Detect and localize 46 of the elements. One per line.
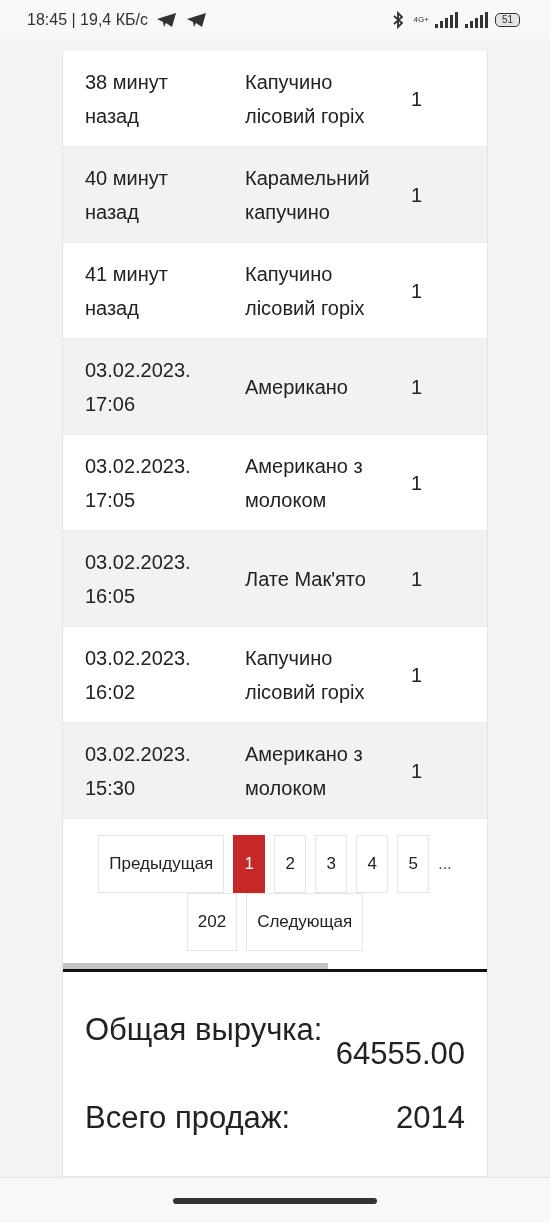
signal-icon [434, 11, 459, 28]
product-name: Карамельний капучино [245, 165, 371, 225]
page-button[interactable]: 5 [397, 835, 430, 894]
page-button[interactable]: Предыдущая [98, 835, 225, 894]
sale-time: 03.02.2023. 15:30 [85, 741, 192, 801]
paper-plane-icon [185, 11, 208, 28]
home-indicator[interactable] [173, 1197, 377, 1204]
status-time: 18:45 | 19,4 КБ/с [27, 10, 148, 29]
revenue-label: Общая выручка: [85, 1012, 324, 1049]
quantity: 1 [411, 278, 423, 304]
sale-time: 03.02.2023. 16:02 [85, 645, 192, 705]
battery-level: 51 [494, 12, 520, 27]
product-name: Капучино лісовий горіх [245, 69, 366, 129]
sale-time: 41 минут назад [85, 261, 169, 321]
sales-count: 2014 [396, 1100, 465, 1137]
page-button[interactable]: 2 [274, 835, 307, 894]
sales-label: Всего продаж: [85, 1100, 291, 1137]
quantity: 1 [411, 374, 423, 400]
signal-icon [464, 11, 489, 28]
product-name: Американо з молоком [245, 741, 364, 801]
product-name: Американо [245, 374, 349, 400]
quantity: 1 [411, 662, 423, 688]
page-button[interactable]: 1 [233, 835, 266, 894]
quantity: 1 [411, 182, 423, 208]
sale-time: 40 минут назад [85, 165, 169, 225]
sale-time: 38 минут назад [85, 69, 169, 129]
sale-time: 03.02.2023. 17:05 [85, 453, 192, 513]
sale-time: 03.02.2023. 17:06 [85, 357, 192, 417]
product-name: Капучино лісовий горіх [245, 261, 366, 321]
paper-plane-icon [155, 11, 178, 28]
page-button[interactable]: 4 [356, 835, 389, 894]
quantity: 1 [411, 470, 423, 496]
ellipsis: ... [438, 855, 452, 874]
network-type: 4G+ [413, 15, 429, 25]
product-name: Американо з молоком [245, 453, 364, 513]
bluetooth-icon [391, 10, 404, 29]
product-name: Капучино лісовий горіх [245, 645, 366, 705]
page-button[interactable]: Следующая [246, 893, 364, 952]
sale-time: 03.02.2023. 16:05 [85, 549, 192, 609]
quantity: 1 [411, 566, 423, 592]
page-button[interactable]: 202 [186, 893, 238, 952]
product-name: Лате Мак'ято [245, 566, 367, 592]
quantity: 1 [411, 86, 423, 112]
page-button[interactable]: 3 [315, 835, 348, 894]
quantity: 1 [411, 758, 423, 784]
revenue-value: 64555.00 [335, 1036, 465, 1073]
